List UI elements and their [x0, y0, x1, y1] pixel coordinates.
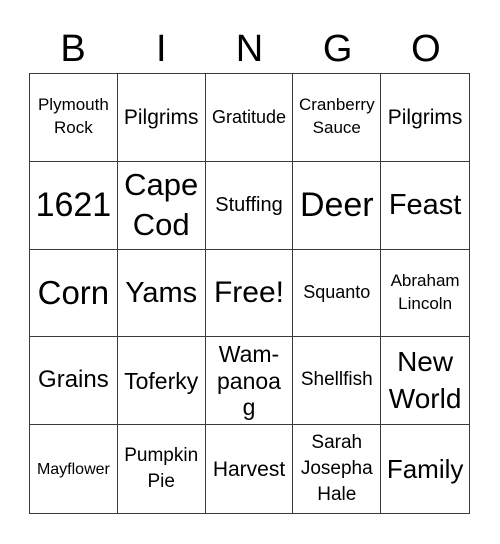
cell-label: Sarah Josepha Hale [300, 431, 373, 506]
cell-label: Mayflower [36, 460, 110, 478]
cell-label: Harvest [212, 457, 286, 481]
bingo-cell[interactable]: Pilgrims [381, 74, 469, 162]
cell-label: Grains [38, 366, 109, 394]
bingo-cell[interactable]: Mayflower [30, 425, 118, 513]
cell-label: Pumpkin Pie [124, 444, 199, 493]
cell-label: Toferky [124, 367, 199, 394]
bingo-cell[interactable]: Family [381, 425, 469, 513]
cell-label: Feast [388, 188, 462, 221]
bingo-card-grid: Plymouth Rock Pilgrims Gratitude Cranber… [29, 73, 470, 514]
bingo-cell[interactable]: Deer [293, 161, 382, 250]
cell-label: 1621 [35, 185, 112, 224]
cell-label: Corn [37, 274, 110, 312]
bingo-cell[interactable]: Sarah Josepha Hale [293, 425, 382, 513]
cell-label: Free! [213, 275, 284, 309]
cell-label: Abraham Lincoln [390, 271, 460, 313]
bingo-cell[interactable]: New World [381, 337, 469, 426]
bingo-cell[interactable]: Shellfish [293, 337, 382, 426]
bingo-cell[interactable]: Corn [30, 249, 118, 338]
bingo-cell[interactable]: Squanto [293, 249, 382, 338]
cell-label: Plymouth Rock [37, 95, 109, 138]
bingo-cell[interactable]: Cape Cod [117, 161, 206, 250]
bingo-cell[interactable]: Pumpkin Pie [118, 425, 206, 513]
bingo-cell[interactable]: 1621 [30, 161, 118, 250]
header-letter-i: I [156, 28, 167, 70]
bingo-cell[interactable]: Plymouth Rock [30, 74, 118, 162]
bingo-cell[interactable]: Harvest [206, 425, 294, 513]
cell-label: Cranberry Sauce [298, 95, 375, 138]
cell-label: Stuffing [215, 194, 283, 217]
header-letter-o: O [411, 28, 441, 70]
cell-label: Pilgrims [123, 105, 199, 129]
header-letter-g: G [322, 28, 353, 70]
bingo-cell[interactable]: Pilgrims [117, 74, 206, 162]
bingo-cell[interactable]: Cranberry Sauce [293, 74, 382, 162]
bingo-cell[interactable]: Abraham Lincoln [381, 250, 469, 338]
bingo-cell free-space[interactable]: Free! [205, 249, 294, 338]
cell-label: Cape Cod [124, 166, 199, 243]
bingo-cell[interactable]: Toferky [117, 337, 206, 426]
cell-label: Pilgrims [387, 105, 463, 129]
bingo-cell[interactable]: Stuffing [205, 161, 294, 250]
bingo-cell[interactable]: Wam-panoag [205, 337, 294, 426]
cell-label: New World [388, 346, 462, 414]
bingo-cell[interactable]: Yams [117, 249, 206, 338]
cell-label: Yams [125, 276, 198, 309]
header-letter-b: B [60, 28, 86, 70]
cell-label: Gratitude [211, 106, 287, 127]
cell-label: Wam-panoag [217, 341, 281, 420]
bingo-cell[interactable]: Feast [381, 162, 469, 250]
cell-label: Deer [299, 185, 374, 224]
cell-label: Squanto [303, 282, 371, 303]
header-letter-n: N [235, 28, 264, 70]
cell-label: Family [386, 453, 464, 484]
bingo-header: B I N G O [29, 26, 470, 72]
cell-label: Shellfish [300, 369, 373, 391]
bingo-cell[interactable]: Gratitude [205, 74, 294, 162]
bingo-cell[interactable]: Grains [30, 337, 118, 426]
